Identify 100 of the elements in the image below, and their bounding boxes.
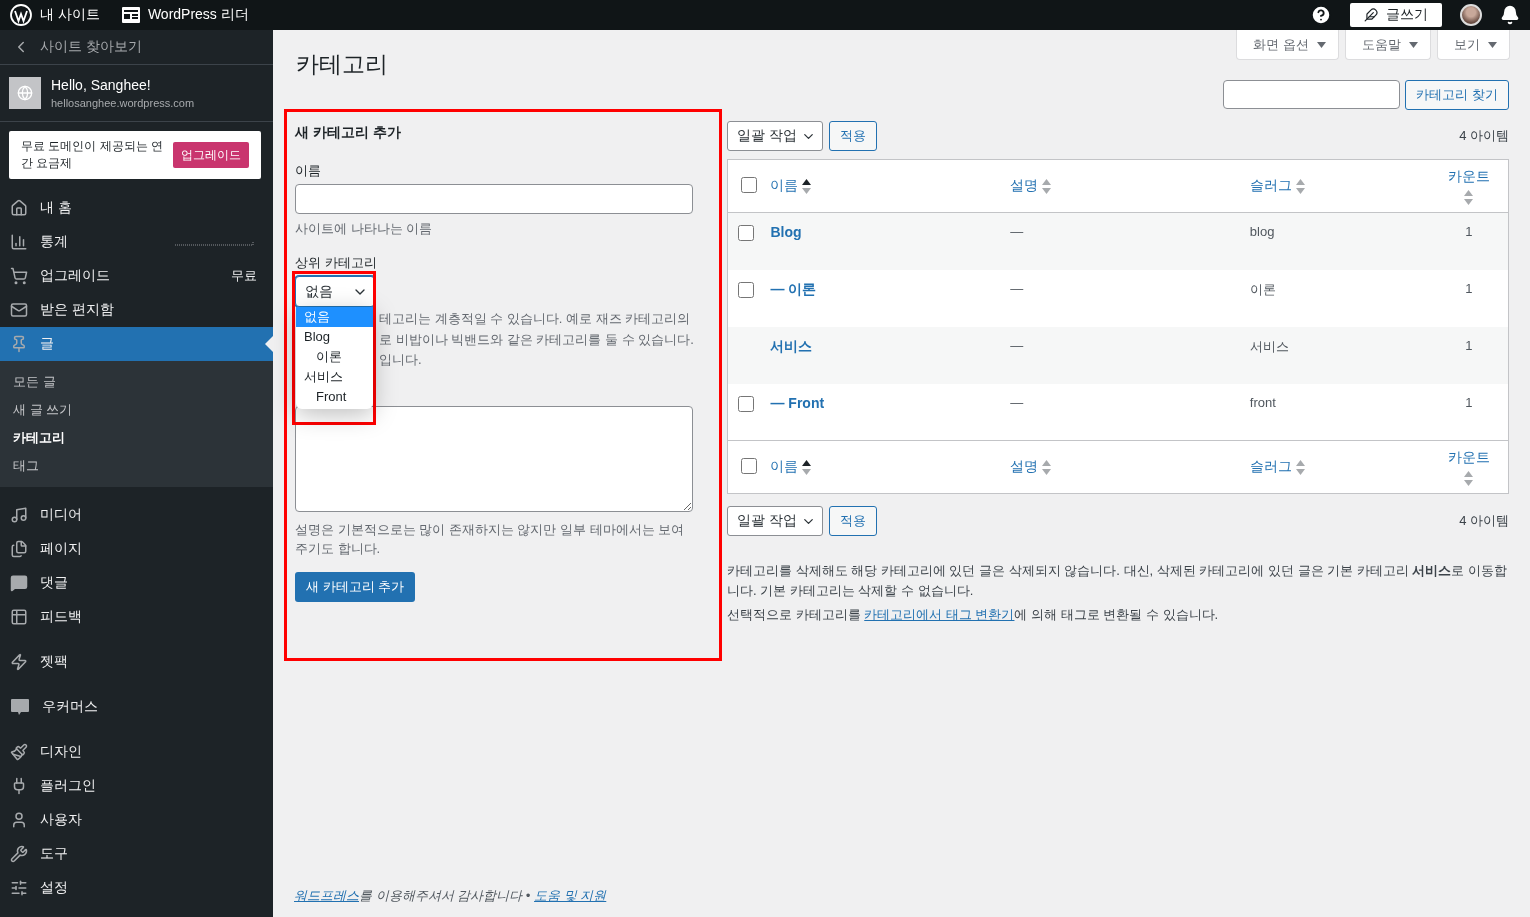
screen-option-button[interactable]: 보기 <box>1437 30 1510 60</box>
search-button[interactable]: 카테고리 찾기 <box>1405 80 1509 110</box>
dropdown-option[interactable]: 서비스 <box>296 367 373 387</box>
envelope-icon <box>10 301 28 319</box>
screen-option-button[interactable]: 도움말 <box>1345 30 1431 60</box>
bulk-action-select[interactable]: 일괄 작업 <box>727 506 823 536</box>
table-cell: — <box>1000 383 1240 441</box>
sidebar-item[interactable]: 디자인 <box>0 735 273 769</box>
sort-icon <box>802 459 812 475</box>
dropdown-option[interactable]: Blog <box>296 327 373 347</box>
screen-option-button[interactable]: 화면 옵션 <box>1236 30 1339 60</box>
sliders-icon <box>10 879 28 897</box>
site-icon <box>9 77 41 109</box>
submenu-item[interactable]: 태그 <box>0 452 273 480</box>
submenu-item[interactable]: 모든 글 <box>0 368 273 396</box>
table-cell: — <box>1000 326 1240 384</box>
sidebar-item[interactable]: 젯팩 <box>0 645 273 679</box>
search-field[interactable] <box>1223 80 1401 109</box>
select-all-checkbox[interactable] <box>741 176 758 193</box>
sort-icon <box>1295 178 1305 194</box>
reader-link[interactable]: WordPress 리더 <box>121 6 249 24</box>
apply-button[interactable]: 적용 <box>828 121 877 151</box>
site-url: hellosanghee.wordpress.com <box>51 97 195 109</box>
wordpress-link[interactable]: 워드프레스 <box>294 888 359 903</box>
sidebar-item[interactable]: 사용자 <box>0 803 273 837</box>
sidebar-item[interactable]: 댓글 <box>0 566 273 600</box>
field-label: 이름 <box>295 162 321 180</box>
add-category-button[interactable]: 새 카테고리 추가 <box>295 571 416 602</box>
row-checkbox[interactable] <box>738 395 754 412</box>
category-name-link[interactable]: — 이론 <box>770 280 817 297</box>
name-field[interactable] <box>295 184 693 214</box>
table-cell: front <box>1239 383 1430 441</box>
page-title: 카테고리 <box>296 50 388 79</box>
sidebar-item[interactable]: 글 <box>0 327 273 361</box>
column-sort-link[interactable]: 슬러그 <box>1249 177 1305 195</box>
bell-icon[interactable] <box>1500 5 1520 25</box>
sidebar-item[interactable]: 도구 <box>0 837 273 871</box>
table-cell: 1 <box>1429 212 1509 270</box>
sidebar-item[interactable]: 페이지 <box>0 532 273 566</box>
table-cell: 서비스 <box>1239 326 1430 384</box>
avatar[interactable] <box>1460 4 1482 26</box>
sidebar-item[interactable]: 피드백 <box>0 600 273 634</box>
submenu-item[interactable]: 새 글 쓰기 <box>0 396 273 424</box>
sidebar-item[interactable]: 설정 <box>0 871 273 905</box>
paintbrush-icon <box>10 743 28 761</box>
column-sort-link[interactable]: 카운트 <box>1447 448 1490 486</box>
column-sort-link[interactable]: 설명 <box>1010 177 1052 195</box>
parent-select[interactable]: 없음 <box>295 276 375 307</box>
column-sort-link[interactable]: 설명 <box>1010 458 1052 476</box>
sidebar-item[interactable]: 업그레이드 무료 <box>0 259 273 293</box>
caret-icon <box>1317 41 1326 48</box>
pin-icon <box>10 335 28 353</box>
help-link[interactable]: 도움 및 지원 <box>534 888 607 903</box>
back-link[interactable]: 사이트 찾아보기 <box>0 30 273 65</box>
sidebar-item[interactable]: 통계 <box>0 225 273 259</box>
column-sort-link[interactable]: 카운트 <box>1447 167 1490 205</box>
my-site-link[interactable]: 내 사이트 <box>10 4 100 26</box>
site-card[interactable]: Hello, Sanghee! hellosanghee.wordpress.com <box>0 65 273 122</box>
category-name-link[interactable]: — Front <box>770 394 825 411</box>
table-cell: 1 <box>1429 269 1509 327</box>
sidebar-item[interactable]: 내 홈 <box>0 191 273 225</box>
write-button[interactable]: 글쓰기 <box>1350 3 1442 27</box>
cart-icon <box>10 267 28 285</box>
row-checkbox[interactable] <box>738 225 754 241</box>
table-cell: blog <box>1239 212 1430 270</box>
bar-chart-icon <box>10 233 28 251</box>
category-name-link[interactable]: 서비스 <box>770 337 813 354</box>
apply-button[interactable]: 적용 <box>828 506 877 536</box>
form-heading: 새 카테고리 추가 <box>295 124 402 142</box>
sidebar-item[interactable]: 우커머스 <box>0 690 273 724</box>
delete-note: 카테고리를 삭제해도 해당 카테고리에 있던 글은 삭제되지 않습니다. 대신, 삭제된 카테고리에 있던 글은 기본 카테고리 서비스로 이동합니다. 기본 카테고리는 삭제할 수 없습니다. <box>727 562 1509 600</box>
wordpress-logo-icon <box>10 4 32 26</box>
submenu-item[interactable]: 카테고리 <box>0 424 273 452</box>
upgrade-button[interactable]: 업그레이드 <box>173 142 249 168</box>
sidebar-item[interactable]: 플러그인 <box>0 769 273 803</box>
sidebar-item[interactable]: 받은 편지함 <box>0 293 273 327</box>
row-checkbox[interactable] <box>738 281 754 298</box>
wrench-icon <box>10 845 28 863</box>
media-icon <box>10 506 28 524</box>
dropdown-option[interactable]: 이론 <box>296 347 373 367</box>
table-cell: 1 <box>1429 383 1509 441</box>
description-field[interactable] <box>295 405 693 512</box>
column-sort-link[interactable]: 이름 <box>770 458 812 476</box>
category-name-link[interactable]: Blog <box>770 224 802 240</box>
dropdown-option[interactable]: Front <box>296 387 373 407</box>
table-cell: — <box>1000 269 1240 327</box>
column-sort-link[interactable]: 슬러그 <box>1249 458 1305 476</box>
sidebar-item[interactable]: 미디어 <box>0 498 273 532</box>
sort-icon <box>1464 470 1474 486</box>
select-all-checkbox[interactable] <box>741 457 758 474</box>
bulk-action-select[interactable]: 일괄 작업 <box>727 121 823 151</box>
home-icon <box>10 199 28 217</box>
item-count: 4 아이템 <box>1459 512 1509 530</box>
sort-icon <box>1042 178 1052 194</box>
column-sort-link[interactable]: 이름 <box>770 177 812 195</box>
help-icon[interactable] <box>1310 4 1332 26</box>
table-cell: — <box>1000 212 1240 270</box>
tag-converter-link[interactable]: 카테고리에서 태그 변환기 <box>864 607 1015 622</box>
promo-text: 무료 도메인이 제공되는 연간 요금제 <box>21 138 163 172</box>
convert-note: 선택적으로 카테고리를 카테고리에서 태그 변환기에 의해 태그로 변환될 수 있습니다. <box>727 606 1220 624</box>
